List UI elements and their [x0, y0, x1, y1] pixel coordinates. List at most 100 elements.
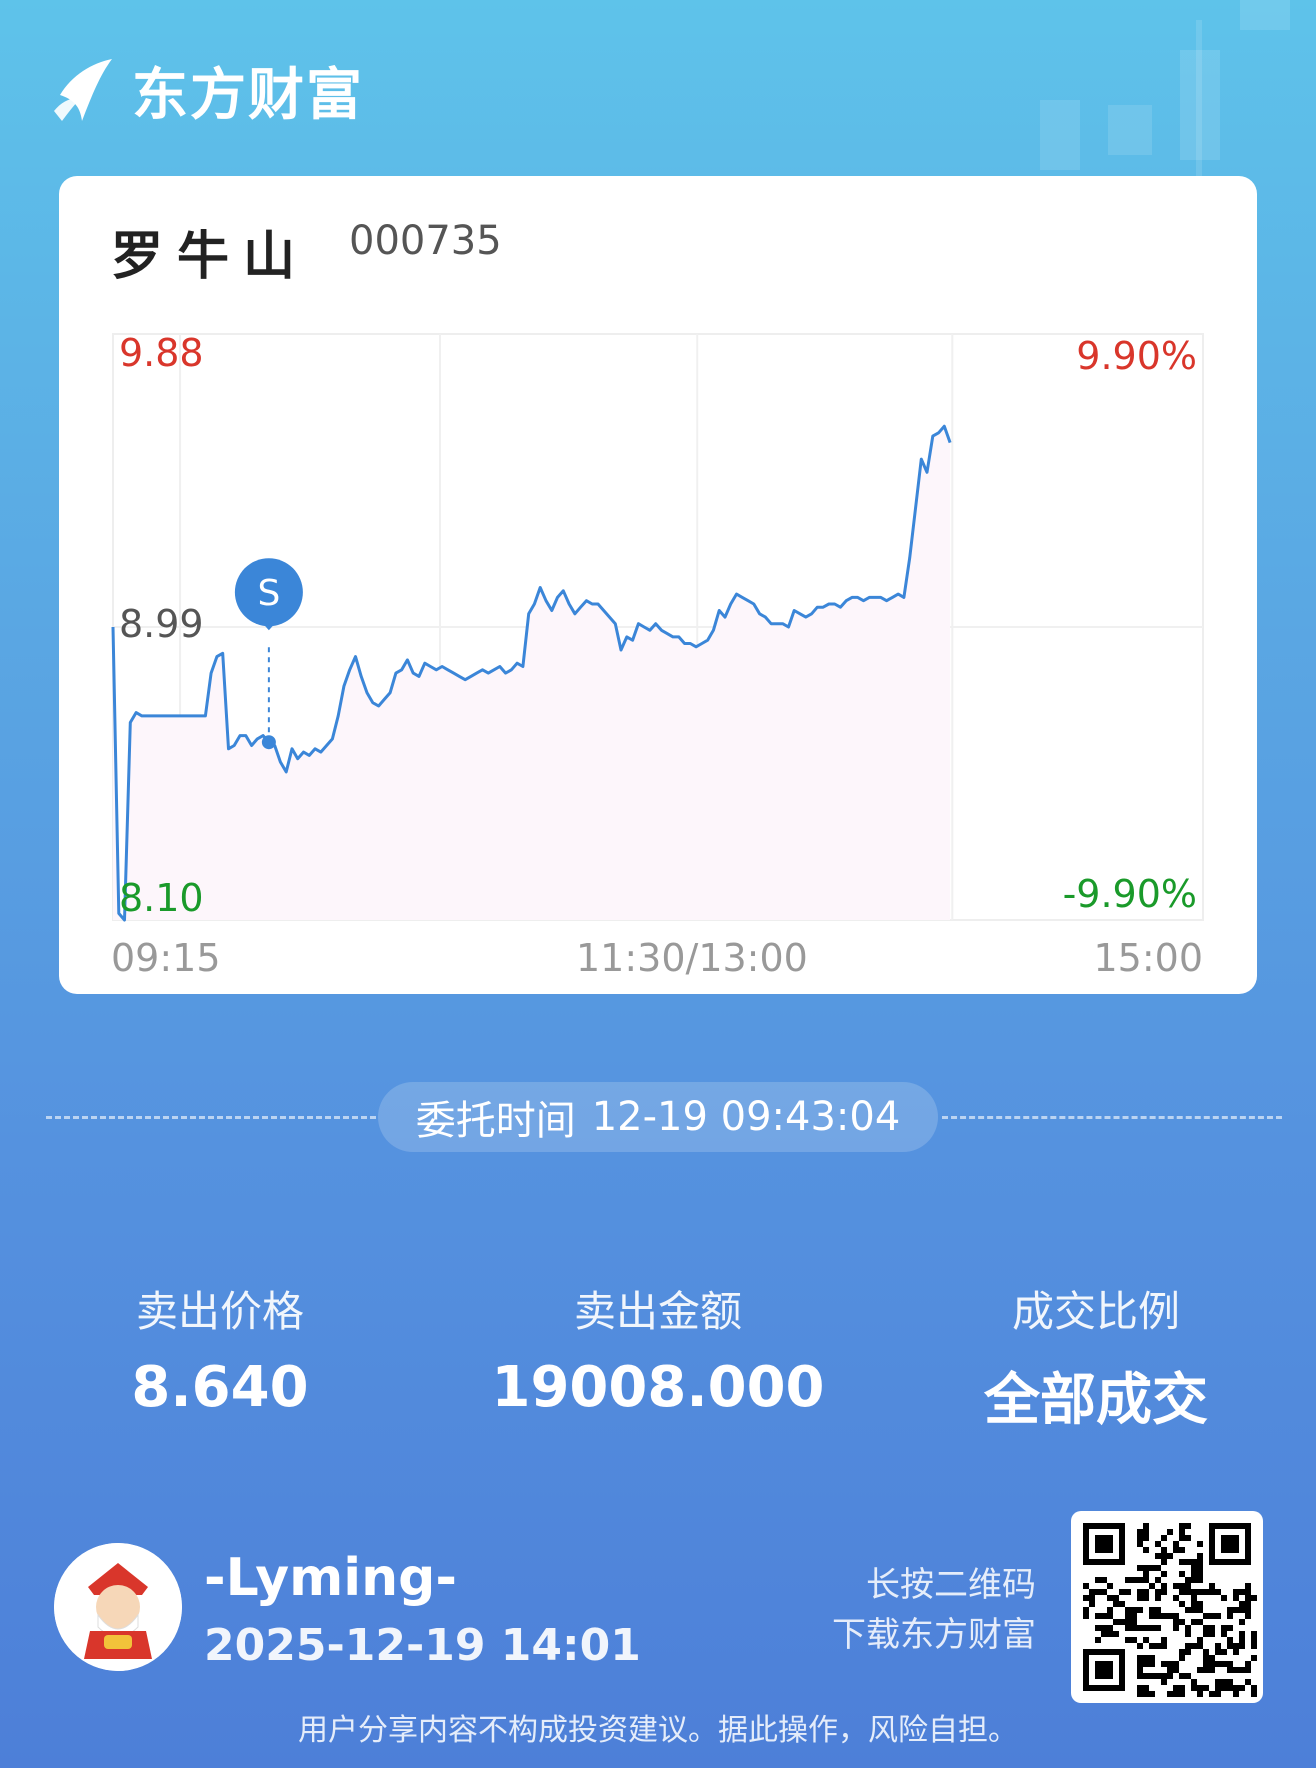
- qr-module: [1125, 1589, 1131, 1595]
- qr-module: [1227, 1607, 1233, 1613]
- qr-module: [1197, 1541, 1203, 1547]
- qr-module: [1161, 1637, 1167, 1643]
- qr-module: [1179, 1685, 1185, 1691]
- qr-module: [1137, 1691, 1143, 1697]
- disclaimer: 用户分享内容不构成投资建议。据此操作，风险自担。: [298, 1713, 1018, 1748]
- qr-module: [1155, 1613, 1161, 1619]
- y-axis-bottom-left: 8.10: [119, 876, 204, 920]
- y-axis-top-right: 9.90%: [1076, 334, 1197, 378]
- qr-module: [1137, 1541, 1143, 1547]
- stat-sell-price-label: 卖出价格: [135, 1287, 304, 1336]
- brand-logo-icon: [54, 58, 112, 121]
- qr-module: [1215, 1649, 1221, 1655]
- order-time-label: 委托时间: [415, 1098, 576, 1144]
- qr-module: [1161, 1673, 1167, 1679]
- decorative-candle: [1108, 105, 1152, 155]
- qr-module: [1095, 1625, 1101, 1631]
- qr-module: [1149, 1691, 1155, 1697]
- qr-module: [1239, 1643, 1245, 1649]
- qr-module: [1125, 1577, 1131, 1583]
- qr-module: [1155, 1553, 1161, 1559]
- qr-module: [1125, 1607, 1131, 1613]
- qr-module: [1185, 1649, 1191, 1655]
- qr-module: [1167, 1667, 1173, 1673]
- qr-module: [1197, 1643, 1203, 1649]
- qr-module: [1083, 1595, 1089, 1601]
- qr-module: [1221, 1625, 1227, 1631]
- qr-module: [1215, 1679, 1221, 1685]
- qr-module: [1191, 1607, 1197, 1613]
- qr-module: [1251, 1637, 1257, 1643]
- qr-module: [1209, 1625, 1215, 1631]
- qr-module: [1095, 1613, 1101, 1619]
- qr-module: [1245, 1613, 1251, 1619]
- qr-module: [1239, 1619, 1245, 1625]
- qr-module: [1137, 1535, 1143, 1541]
- qr-module: [1203, 1649, 1209, 1655]
- x-axis-label-open: 09:15: [111, 936, 221, 980]
- stat-fill-ratio-value: 全部成交: [984, 1368, 1208, 1433]
- marker-label: S: [257, 573, 280, 614]
- qr-module: [1137, 1661, 1143, 1667]
- qr-module: [1191, 1589, 1197, 1595]
- qr-module: [1167, 1691, 1173, 1697]
- qr-module: [1149, 1613, 1155, 1619]
- qr-module: [1173, 1619, 1179, 1625]
- qr-module: [1251, 1691, 1257, 1697]
- qr-module: [1125, 1625, 1131, 1631]
- qr-module: [1227, 1643, 1233, 1649]
- qr-module: [1113, 1601, 1119, 1607]
- qr-module: [1245, 1601, 1251, 1607]
- qr-module: [1161, 1613, 1167, 1619]
- qr-module: [1095, 1577, 1101, 1583]
- qr-module: [1215, 1661, 1221, 1667]
- x-axis-label-close: 15:00: [1093, 936, 1203, 980]
- qr-code[interactable]: [1071, 1511, 1263, 1703]
- qr-module: [1209, 1661, 1215, 1667]
- qr-module: [1137, 1625, 1143, 1631]
- qr-module: [1101, 1625, 1107, 1631]
- qr-module: [1083, 1583, 1089, 1589]
- qr-module: [1239, 1685, 1245, 1691]
- qr-module: [1191, 1565, 1197, 1571]
- qr-code-image: [1083, 1523, 1257, 1697]
- qr-module: [1155, 1673, 1161, 1679]
- qr-module: [1119, 1619, 1125, 1625]
- qr-module: [1197, 1619, 1203, 1625]
- qr-module: [1233, 1589, 1239, 1595]
- qr-module: [1161, 1589, 1167, 1595]
- qr-module: [1227, 1637, 1233, 1643]
- qr-module: [1197, 1577, 1203, 1583]
- order-time-pill: 委托时间 12-19 09:43:04: [378, 1082, 938, 1152]
- qr-module: [1209, 1655, 1215, 1661]
- qr-module: [1191, 1559, 1197, 1565]
- qr-module: [1179, 1691, 1185, 1697]
- qr-module: [1197, 1607, 1203, 1613]
- qr-module: [1149, 1583, 1155, 1589]
- brand-name: 东方财富: [132, 63, 364, 128]
- avatar[interactable]: [54, 1543, 182, 1671]
- qr-module: [1203, 1667, 1209, 1673]
- qr-hint: 长按二维码 下载东方财富: [810, 1560, 1036, 1660]
- qr-module: [1227, 1625, 1233, 1631]
- qr-module: [1143, 1565, 1149, 1571]
- qr-module: [1107, 1625, 1113, 1631]
- qr-module: [1185, 1673, 1191, 1679]
- qr-module: [1137, 1565, 1143, 1571]
- stat-fill-ratio: 成交比例 全部成交: [876, 1278, 1316, 1436]
- qr-module: [1143, 1529, 1149, 1535]
- qr-module: [1173, 1583, 1179, 1589]
- qr-module: [1143, 1547, 1149, 1553]
- qr-module: [1191, 1571, 1197, 1577]
- qr-module: [1197, 1685, 1203, 1691]
- qr-module: [1209, 1631, 1215, 1637]
- qr-module: [1185, 1583, 1191, 1589]
- qr-module: [1221, 1685, 1227, 1691]
- qr-module: [1167, 1553, 1173, 1559]
- qr-module: [1167, 1673, 1173, 1679]
- qr-module: [1107, 1595, 1113, 1601]
- qr-module: [1137, 1589, 1143, 1595]
- qr-module: [1185, 1523, 1191, 1529]
- stat-fill-ratio-label: 成交比例: [1011, 1287, 1180, 1336]
- qr-module: [1143, 1661, 1149, 1667]
